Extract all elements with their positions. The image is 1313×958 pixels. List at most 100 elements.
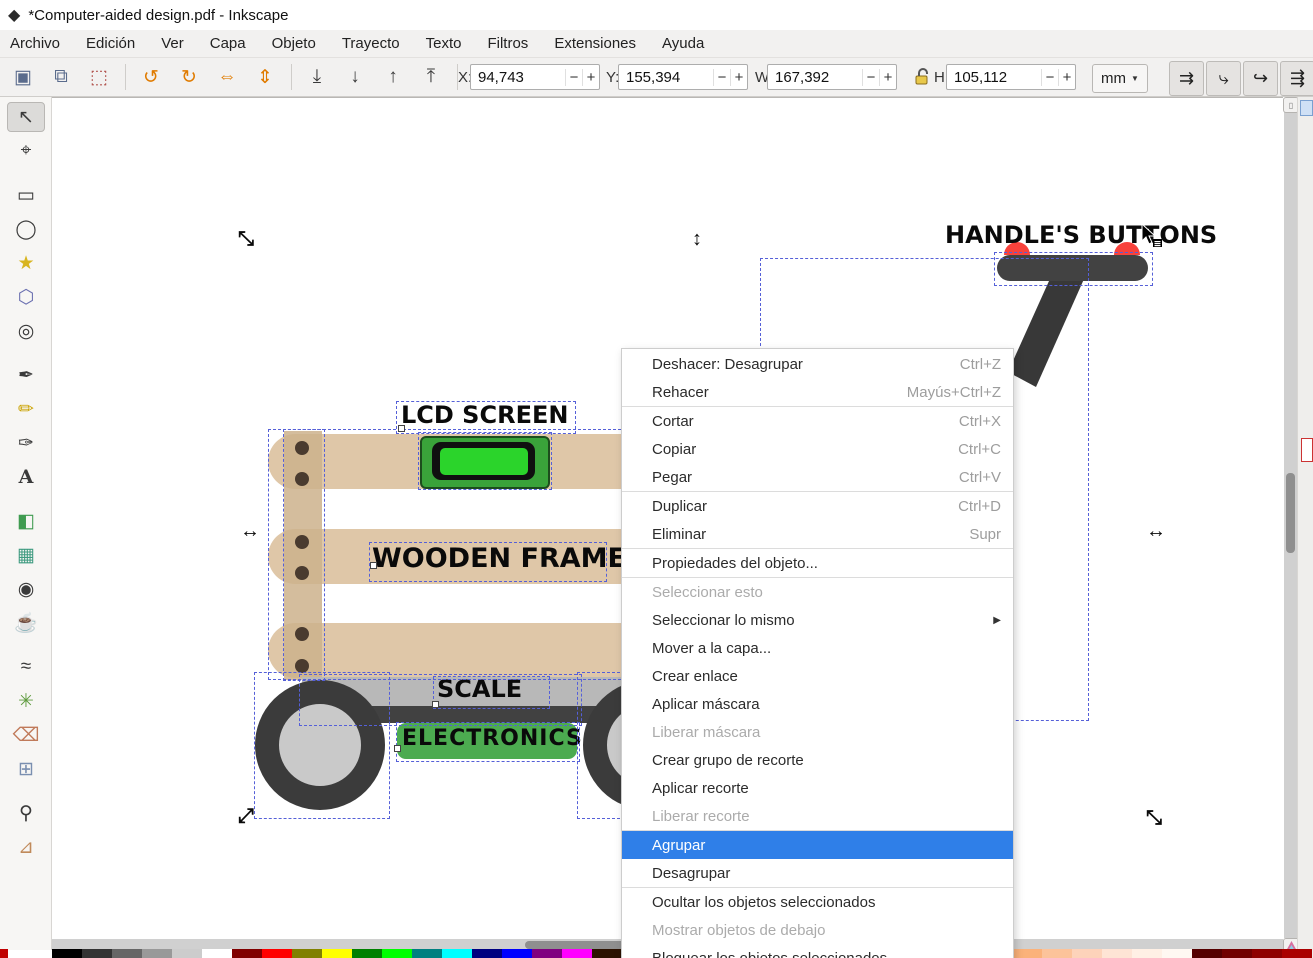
scale-handle-top-left[interactable]: ⤡: [238, 229, 254, 249]
context-menu-item-move-to-layer[interactable]: Mover a la capa...: [622, 634, 1013, 662]
w-field[interactable]: 167,392− +: [767, 64, 897, 90]
handle-buttons-label[interactable]: HANDLE'S BUTTONS: [945, 221, 1217, 249]
palette-swatch[interactable]: [472, 949, 502, 958]
scale-handle-middle-left[interactable]: ↔: [240, 521, 260, 541]
palette-swatch[interactable]: [1102, 949, 1132, 958]
palette-swatch[interactable]: [142, 949, 172, 958]
menu-objeto[interactable]: Objeto: [272, 35, 316, 52]
paint-bucket-tool[interactable]: ☕: [7, 608, 45, 638]
context-menu-item-set-mask[interactable]: Aplicar máscara: [622, 690, 1013, 718]
tweak-tool[interactable]: ≈: [7, 652, 45, 682]
palette-swatch[interactable]: [1192, 949, 1222, 958]
scale-handle-bottom-right[interactable]: ⤡: [1146, 808, 1162, 828]
menu-filtros[interactable]: Filtros: [487, 35, 528, 52]
gradient-tool[interactable]: ◧: [7, 506, 45, 536]
y-field-increment-button[interactable]: +: [730, 68, 747, 86]
lock-ratio-icon[interactable]: [913, 67, 931, 90]
rotate-ccw-icon[interactable]: ↺: [134, 61, 168, 93]
context-menu-item-paste[interactable]: Pegar Ctrl+V: [622, 463, 1013, 491]
h-field-increment-button[interactable]: +: [1058, 68, 1075, 86]
context-menu-item-create-link[interactable]: Crear enlace: [622, 662, 1013, 690]
pencil-tool[interactable]: ✏: [7, 394, 45, 424]
selector-tool[interactable]: ↖: [7, 102, 45, 132]
context-menu-item-group[interactable]: Agrupar: [622, 830, 1013, 859]
x-field-increment-button[interactable]: +: [582, 68, 599, 86]
zoom-tool[interactable]: ⚲: [7, 798, 45, 828]
x-field[interactable]: 94,743− +: [470, 64, 600, 90]
move-clips-toggle[interactable]: ↪: [1243, 61, 1278, 96]
y-field-decrement-button[interactable]: −: [713, 68, 730, 86]
palette-swatch[interactable]: [382, 949, 412, 958]
palette-swatch[interactable]: [1252, 949, 1282, 958]
x-field-value[interactable]: 94,743: [471, 69, 565, 86]
snap-option-button[interactable]: [1301, 438, 1313, 462]
flip-horizontal-icon[interactable]: ⇔: [210, 61, 244, 93]
palette-swatch[interactable]: [202, 949, 232, 958]
menu-capa[interactable]: Capa: [210, 35, 246, 52]
box3d-tool[interactable]: ⬡: [7, 282, 45, 312]
palette-swatch[interactable]: [562, 949, 592, 958]
context-menu-item-copy[interactable]: Copiar Ctrl+C: [622, 435, 1013, 463]
w-field-increment-button[interactable]: +: [879, 68, 896, 86]
scale-handle-bottom-left[interactable]: ⤢: [238, 806, 254, 826]
wooden-frame-label[interactable]: WOODEN FRAME: [372, 543, 626, 574]
spray-tool[interactable]: ✳: [7, 686, 45, 716]
context-menu-item-delete[interactable]: Eliminar Supr: [622, 520, 1013, 548]
ellipse-tool[interactable]: ◯: [7, 214, 45, 244]
palette-swatch[interactable]: [1162, 949, 1192, 958]
scale-label[interactable]: SCALE: [437, 675, 522, 703]
wooden-plank-vertical[interactable]: [284, 431, 322, 680]
w-field-decrement-button[interactable]: −: [862, 68, 879, 86]
y-field-value[interactable]: 155,394: [619, 69, 713, 86]
scale-handle-top-middle[interactable]: ↕: [692, 229, 702, 249]
y-field[interactable]: 155,394− +: [618, 64, 748, 90]
spiral-tool[interactable]: ◎: [7, 316, 45, 346]
rectangle-tool[interactable]: ▭: [7, 180, 45, 210]
lower-icon[interactable]: ↓: [338, 61, 372, 93]
palette-swatch[interactable]: [292, 949, 322, 958]
menu-texto[interactable]: Texto: [426, 35, 462, 52]
scale-handle-middle-right[interactable]: ↔: [1146, 521, 1166, 541]
move-patterns-toggle[interactable]: ⤷: [1206, 61, 1241, 96]
palette-swatch[interactable]: [1072, 949, 1102, 958]
context-menu-item-redo[interactable]: Rehacer Mayús+Ctrl+Z: [622, 378, 1013, 406]
electronics-label[interactable]: ELECTRONICS: [402, 726, 583, 751]
palette-swatch[interactable]: [1042, 949, 1072, 958]
palette-swatch[interactable]: [532, 949, 562, 958]
palette-swatch[interactable]: [352, 949, 382, 958]
dropper-tool[interactable]: ◉: [7, 574, 45, 604]
palette-swatch[interactable]: [322, 949, 352, 958]
palette-swatch[interactable]: [502, 949, 532, 958]
rotate-cw-icon[interactable]: ↻: [172, 61, 206, 93]
palette-swatch[interactable]: [442, 949, 472, 958]
w-field-value[interactable]: 167,392: [768, 69, 862, 86]
context-menu-item-duplicate[interactable]: Duplicar Ctrl+D: [622, 491, 1013, 520]
move-gradients-toggle[interactable]: ⇉: [1169, 61, 1204, 96]
menu-ver[interactable]: Ver: [161, 35, 184, 52]
vertical-scrollbar-thumb[interactable]: [1286, 473, 1295, 553]
node-tool[interactable]: ⌖: [7, 136, 45, 166]
h-field-decrement-button[interactable]: −: [1041, 68, 1058, 86]
palette-swatch[interactable]: [1012, 949, 1042, 958]
calligraphy-tool[interactable]: ✑: [7, 428, 45, 458]
palette-swatch[interactable]: [232, 949, 262, 958]
eraser-tool[interactable]: ⌫: [7, 720, 45, 750]
flip-vertical-icon[interactable]: ⇕: [248, 61, 282, 93]
raise-icon[interactable]: ↑: [376, 61, 410, 93]
palette-swatch[interactable]: [52, 949, 82, 958]
palette-swatch[interactable]: [592, 949, 622, 958]
context-menu-item-create-clip-group[interactable]: Crear grupo de recorte: [622, 746, 1013, 774]
lower-to-bottom-icon[interactable]: ⤓: [300, 61, 334, 93]
star-tool[interactable]: ★: [7, 248, 45, 278]
snap-toggle-button[interactable]: [1300, 100, 1313, 116]
raise-to-top-icon[interactable]: ⤒: [414, 61, 448, 93]
transform-stroke-toggle[interactable]: ⇶: [1280, 61, 1313, 96]
context-menu-item-hide-selected[interactable]: Ocultar los objetos seleccionados: [622, 887, 1013, 916]
x-field-decrement-button[interactable]: −: [565, 68, 582, 86]
left-wheel[interactable]: [255, 680, 385, 810]
menu-extensiones[interactable]: Extensiones: [554, 35, 636, 52]
palette-swatch[interactable]: [112, 949, 142, 958]
context-menu-item-undo[interactable]: Deshacer: Desagrupar Ctrl+Z: [622, 350, 1013, 378]
palette-swatch[interactable]: [82, 949, 112, 958]
context-menu-item-set-clip[interactable]: Aplicar recorte: [622, 774, 1013, 802]
